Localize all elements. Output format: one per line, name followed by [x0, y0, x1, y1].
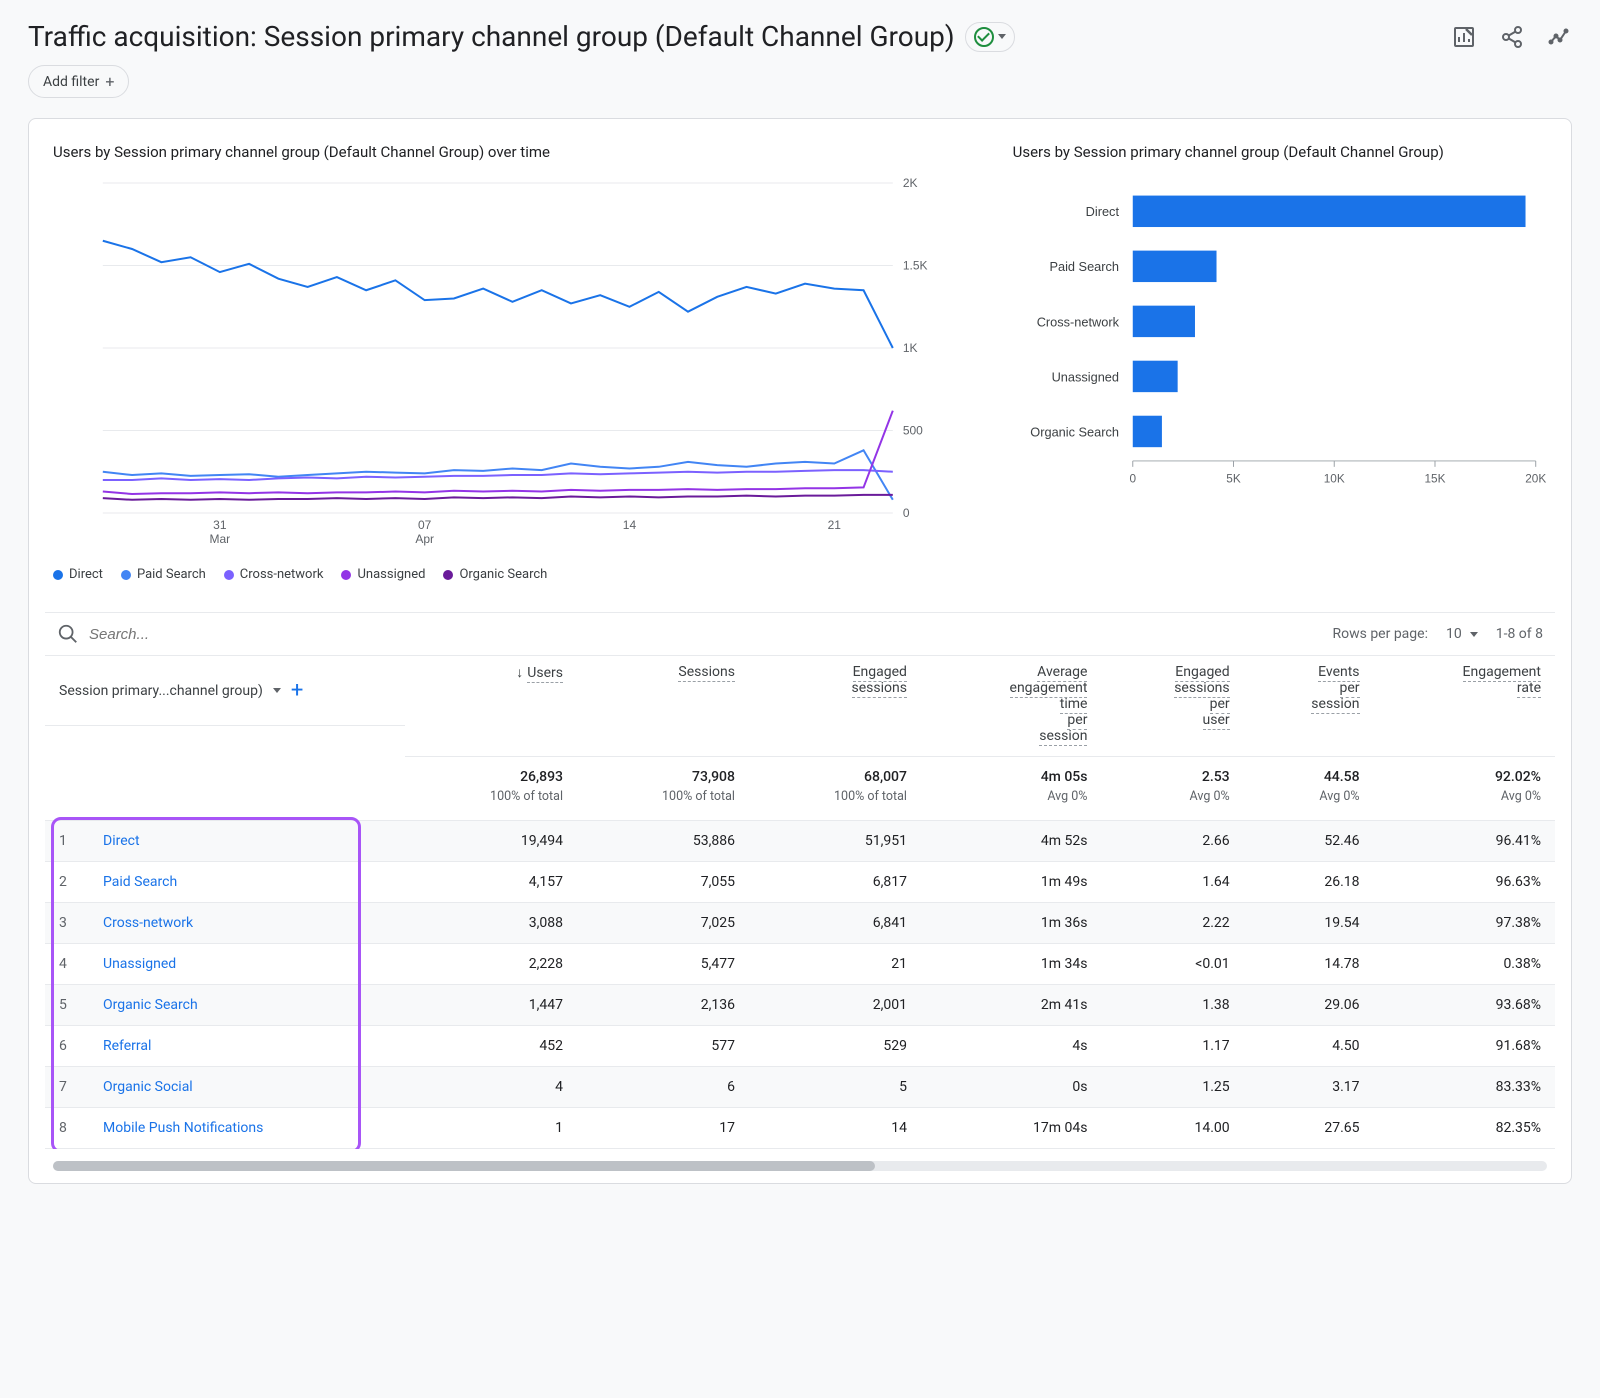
- table-row[interactable]: 1Direct19,49453,88651,9514m 52s2.6652.46…: [45, 821, 1555, 862]
- column-header[interactable]: ↓Users: [405, 656, 577, 757]
- page-title: Traffic acquisition: Session primary cha…: [28, 20, 955, 53]
- svg-text:31: 31: [213, 518, 227, 532]
- chevron-down-icon: [1470, 632, 1478, 637]
- svg-text:15K: 15K: [1424, 473, 1445, 486]
- svg-text:Paid Search: Paid Search: [1049, 259, 1119, 274]
- column-header[interactable]: Engagedsessionsperuser: [1101, 656, 1243, 757]
- rows-per-page-select[interactable]: 10: [1446, 626, 1478, 642]
- column-header[interactable]: Averageengagementtimepersession: [921, 656, 1102, 757]
- insights-icon[interactable]: [1548, 25, 1572, 49]
- channel-link[interactable]: Mobile Push Notifications: [103, 1120, 263, 1136]
- channel-link[interactable]: Unassigned: [103, 956, 176, 972]
- table-row[interactable]: 8Mobile Push Notifications1171417m 04s14…: [45, 1108, 1555, 1149]
- table-row[interactable]: 3Cross-network3,0887,0256,8411m 36s2.221…: [45, 903, 1555, 944]
- channel-link[interactable]: Direct: [103, 833, 140, 849]
- channel-link[interactable]: Referral: [103, 1038, 151, 1054]
- legend-dot: [121, 570, 131, 580]
- table-row[interactable]: 5Organic Search1,4472,1362,0012m 41s1.38…: [45, 985, 1555, 1026]
- line-chart-title: Users by Session primary channel group (…: [45, 143, 981, 161]
- plus-icon: +: [105, 72, 114, 91]
- svg-text:1K: 1K: [903, 341, 918, 355]
- svg-text:1.5K: 1.5K: [903, 259, 928, 273]
- pagination-range: 1-8 of 8: [1496, 626, 1543, 642]
- channel-link[interactable]: Cross-network: [103, 915, 193, 931]
- dimension-picker[interactable]: Session primary...channel group): [59, 683, 263, 699]
- svg-text:21: 21: [828, 518, 842, 532]
- horizontal-scrollbar[interactable]: [53, 1161, 1547, 1171]
- filter-label: Add filter: [43, 74, 99, 90]
- channel-link[interactable]: Paid Search: [103, 874, 177, 890]
- column-header[interactable]: Eventspersession: [1244, 656, 1374, 757]
- svg-text:Organic Search: Organic Search: [1030, 424, 1119, 439]
- legend-item[interactable]: Organic Search: [443, 567, 547, 582]
- legend-item[interactable]: Paid Search: [121, 567, 206, 582]
- legend-dot: [341, 570, 351, 580]
- table-row[interactable]: 7Organic Social4650s1.253.1783.33%: [45, 1067, 1555, 1108]
- svg-text:0: 0: [1129, 473, 1136, 486]
- svg-text:07: 07: [418, 518, 432, 532]
- column-header[interactable]: Sessions: [577, 656, 749, 757]
- add-filter-button[interactable]: Add filter +: [28, 65, 129, 98]
- chevron-down-icon: [273, 688, 281, 693]
- data-table: Session primary...channel group) + ↓User…: [45, 656, 1555, 1149]
- add-dimension-button[interactable]: +: [291, 678, 303, 703]
- legend-item[interactable]: Cross-network: [224, 567, 324, 582]
- chart-legend: Direct Paid Search Cross-network Unassigned…: [45, 557, 981, 592]
- share-icon[interactable]: [1500, 25, 1524, 49]
- line-chart: 0 500 1K 1.5K 2K 31Mar 07Apr 14 21: [45, 173, 981, 553]
- report-header: Traffic acquisition: Session primary cha…: [28, 20, 1572, 53]
- table-toolbar: Rows per page: 10 1-8 of 8: [45, 612, 1555, 656]
- table-row[interactable]: 4Unassigned2,2285,477211m 34s<0.0114.780…: [45, 944, 1555, 985]
- svg-text:Apr: Apr: [415, 532, 434, 546]
- report-card: Users by Session primary channel group (…: [28, 118, 1572, 1184]
- search-icon: [57, 623, 79, 645]
- bar-chart: Direct Paid Search Cross-network Unassigned…: [1005, 173, 1555, 513]
- legend-dot: [443, 570, 453, 580]
- svg-text:Mar: Mar: [210, 532, 231, 546]
- svg-text:10K: 10K: [1323, 473, 1344, 486]
- customize-report-icon[interactable]: [1452, 25, 1476, 49]
- chevron-down-icon: [998, 34, 1006, 39]
- table-row[interactable]: 2Paid Search4,1577,0556,8171m 49s1.6426.…: [45, 862, 1555, 903]
- svg-text:Cross-network: Cross-network: [1036, 314, 1119, 329]
- check-icon: [974, 27, 994, 47]
- legend-item[interactable]: Direct: [53, 567, 103, 582]
- column-header[interactable]: Engagementrate: [1374, 656, 1555, 757]
- svg-text:20K: 20K: [1525, 473, 1546, 486]
- status-badge[interactable]: [965, 22, 1015, 52]
- legend-dot: [224, 570, 234, 580]
- svg-text:Direct: Direct: [1085, 204, 1119, 219]
- rows-per-page-label: Rows per page:: [1332, 626, 1427, 642]
- search-input[interactable]: [89, 626, 389, 643]
- svg-text:2K: 2K: [903, 176, 918, 190]
- svg-text:0: 0: [903, 506, 910, 520]
- svg-text:5K: 5K: [1226, 473, 1241, 486]
- bar-chart-title: Users by Session primary channel group (…: [1005, 143, 1555, 161]
- svg-text:Unassigned: Unassigned: [1051, 369, 1118, 384]
- svg-text:500: 500: [903, 424, 923, 438]
- svg-text:14: 14: [623, 518, 637, 532]
- channel-link[interactable]: Organic Search: [103, 997, 198, 1013]
- legend-dot: [53, 570, 63, 580]
- table-row[interactable]: 6Referral4525775294s1.174.5091.68%: [45, 1026, 1555, 1067]
- column-header[interactable]: Engagedsessions: [749, 656, 921, 757]
- channel-link[interactable]: Organic Social: [103, 1079, 193, 1095]
- legend-item[interactable]: Unassigned: [341, 567, 425, 582]
